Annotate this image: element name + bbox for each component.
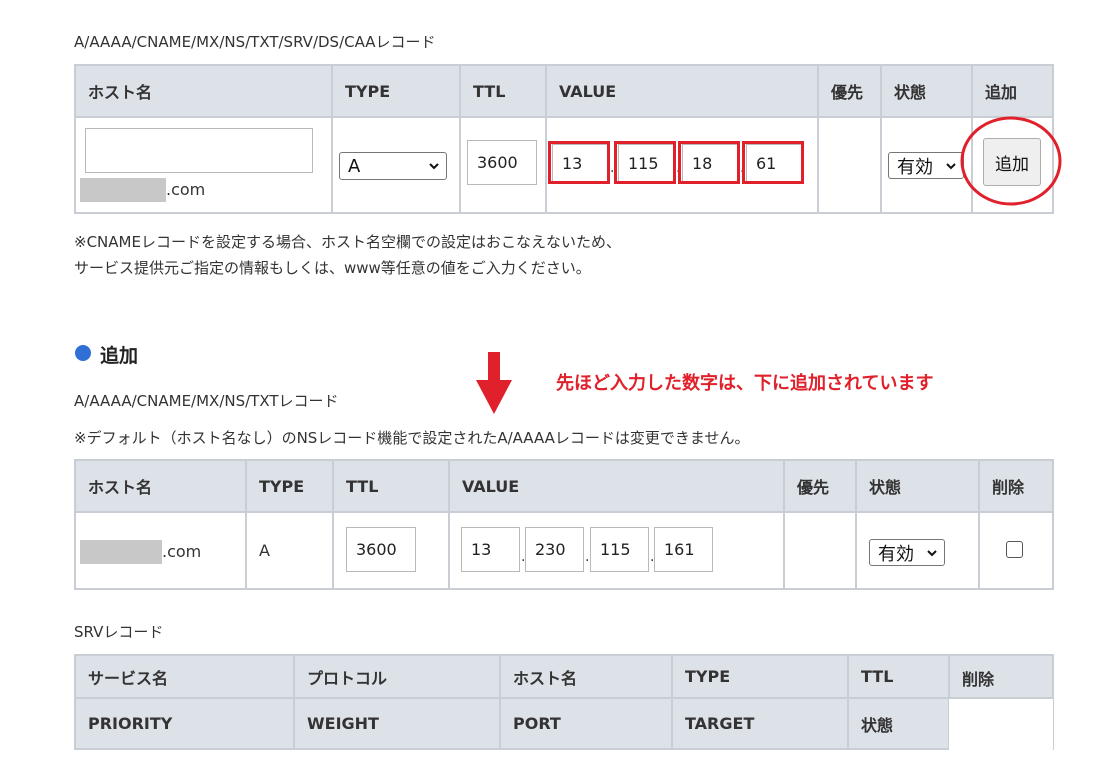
ip-octet-2-input[interactable]: 230 [525, 527, 584, 572]
status-select-value: 有効 [878, 543, 914, 565]
host-input[interactable] [85, 128, 313, 173]
delete-checkbox[interactable] [1006, 541, 1023, 558]
host-suffix: .com [166, 180, 206, 199]
header-status: 状態 [880, 64, 973, 118]
header-type: TYPE [245, 459, 334, 513]
srv-header-gap [949, 697, 1053, 750]
record-input-table: ホスト名 TYPE TTL VALUE 優先 状態 追加 .com A 3600… [74, 64, 1054, 214]
arrow-down-icon [476, 352, 512, 414]
header-add: 追加 [971, 64, 1054, 118]
header-host: ホスト名 [74, 459, 247, 513]
section2-note: ※デフォルト（ホスト名なし）のNSレコード機能で設定されたA/AAAAレコードは… [74, 429, 750, 447]
header-delete: 削除 [978, 459, 1054, 513]
highlight-octet-1 [548, 141, 610, 184]
header-host: ホスト名 [74, 64, 333, 118]
ttl-input[interactable]: 3600 [346, 527, 416, 572]
header-priority: 優先 [817, 64, 882, 118]
type-select[interactable]: A [339, 152, 447, 180]
status-select-value: 有効 [897, 156, 933, 178]
ip-octet-3-input[interactable]: 115 [590, 527, 649, 572]
header-service: サービス名 [74, 654, 295, 699]
host-cell: .com [74, 511, 247, 590]
header-ttl: TTL [332, 459, 450, 513]
masked-domain [80, 540, 162, 564]
value-cell: 13 . 230 . 115 . 161 [448, 511, 785, 590]
header-protocol: プロトコル [293, 654, 501, 699]
header-target: TARGET [671, 697, 849, 750]
annotation-text: 先ほど入力した数字は、下に追加されています [556, 373, 934, 394]
header-weight: WEIGHT [293, 697, 501, 750]
highlight-octet-3 [678, 141, 740, 184]
header-ttl: TTL [459, 64, 547, 118]
highlight-circle [960, 116, 1062, 206]
header-status: 状態 [855, 459, 980, 513]
header-value: VALUE [545, 64, 819, 118]
srv-header-divider [949, 697, 1053, 699]
note-line-2: サービス提供元ご指定の情報もしくは、www等任意の値をご入力ください。 [74, 259, 591, 277]
header-ttl: TTL [847, 654, 950, 699]
masked-domain [80, 178, 166, 202]
status-select[interactable]: 有効 [888, 152, 964, 179]
ip-octet-1-input[interactable]: 13 [461, 527, 520, 572]
ip-separator-2: . [585, 549, 590, 565]
header-type: TYPE [331, 64, 461, 118]
header-host: ホスト名 [499, 654, 673, 699]
delete-cell [978, 511, 1054, 590]
note-line-1: ※CNAMEレコードを設定する場合、ホスト名空欄での設定はおこなえないため、 [74, 233, 621, 251]
status-select[interactable]: 有効 [869, 539, 945, 566]
highlight-octet-4 [742, 141, 804, 184]
header-type: TYPE [671, 654, 849, 699]
host-suffix: .com [162, 542, 202, 561]
header-priority: 優先 [783, 459, 857, 513]
section2-heading: 追加 [100, 345, 139, 367]
srv-records-table: サービス名 プロトコル ホスト名 TYPE TTL 削除 PRIORITY WE… [74, 654, 1054, 750]
status-cell: 有効 [855, 511, 980, 590]
header-value: VALUE [448, 459, 785, 513]
header-priority: PRIORITY [74, 697, 295, 750]
priority-cell [783, 511, 857, 590]
priority-cell [817, 116, 882, 214]
added-records-table: ホスト名 TYPE TTL VALUE 優先 状態 削除 .com A 3600… [74, 459, 1054, 590]
highlight-octet-2 [614, 141, 676, 184]
type-cell: A [245, 511, 334, 590]
ip-octet-4-input[interactable]: 161 [654, 527, 713, 572]
ttl-input[interactable]: 3600 [467, 140, 537, 185]
ttl-cell: 3600 [459, 116, 547, 214]
section2-subtitle: A/AAAA/CNAME/MX/NS/TXTレコード [74, 392, 339, 410]
type-select-value: A [348, 155, 361, 177]
ttl-cell: 3600 [332, 511, 450, 590]
bullet-icon [75, 345, 91, 361]
table-row: .com A 3600 13 . 230 . 115 . 161 有効 [74, 511, 1054, 590]
host-cell: .com [74, 116, 333, 214]
type-cell: A [331, 116, 461, 214]
chevron-down-icon [927, 549, 937, 556]
chevron-down-icon [429, 163, 439, 170]
header-status: 状態 [847, 697, 950, 750]
header-port: PORT [499, 697, 673, 750]
section3-title: SRVレコード [74, 623, 164, 641]
section1-title: A/AAAA/CNAME/MX/NS/TXT/SRV/DS/CAAレコード [74, 33, 436, 51]
